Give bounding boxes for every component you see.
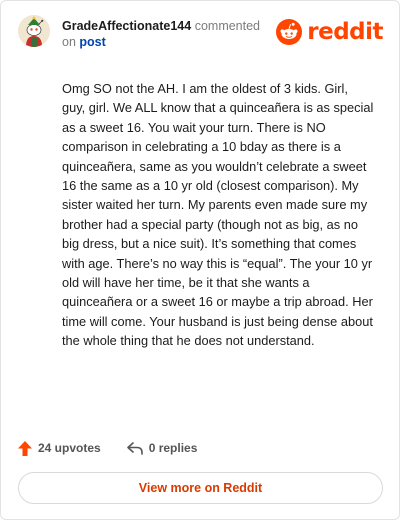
comment-embed-card: GradeAffectionate144 commented on post r… <box>0 0 400 520</box>
user-avatar[interactable] <box>18 15 50 47</box>
upvote-button[interactable]: 24 upvotes <box>18 440 101 456</box>
on-label: on <box>62 35 76 49</box>
reply-count: 0 replies <box>148 441 198 455</box>
commented-label: commented <box>194 19 261 33</box>
reddit-snoo-icon <box>276 19 303 45</box>
reddit-wordmark: reddit <box>307 19 383 45</box>
snoo-avatar-icon <box>18 15 50 47</box>
comment-meta: GradeAffectionate144 commented on post <box>62 18 260 50</box>
reddit-logo[interactable]: reddit <box>276 17 383 47</box>
comment-header: GradeAffectionate144 commented on post r… <box>18 15 383 55</box>
comment-actions: 24 upvotes 0 replies <box>18 439 197 457</box>
upvote-count: 24 upvotes <box>38 441 101 455</box>
username[interactable]: GradeAffectionate144 <box>62 19 191 33</box>
upvote-arrow-icon <box>18 440 32 456</box>
reply-arrow-icon <box>126 442 143 455</box>
reply-button[interactable]: 0 replies <box>126 441 198 455</box>
comment-body: Omg SO not the AH. I am the oldest of 3 … <box>62 81 374 349</box>
post-link[interactable]: post <box>79 35 105 49</box>
view-more-on-reddit-button[interactable]: View more on Reddit <box>18 472 383 504</box>
